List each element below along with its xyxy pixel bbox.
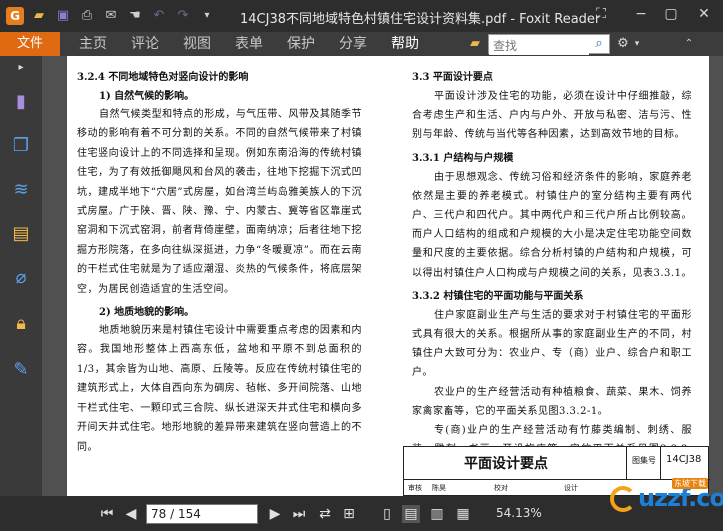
window-title: 14CJ38不同地域特色村镇住宅设计资料集.pdf - Foxit Reader (240, 12, 601, 27)
bookmark-icon[interactable]: ▮ (9, 90, 33, 114)
continuous-facing-icon[interactable]: ▦ (454, 505, 472, 523)
title-block-footer-cell: 审核 (408, 484, 422, 492)
foxit-logo-icon[interactable]: G (6, 7, 24, 25)
continuous-page-icon[interactable]: ▤ (402, 505, 420, 523)
customize-toolbar-icon[interactable]: ▾ (198, 7, 216, 25)
tab-home[interactable]: 主页 (79, 32, 107, 56)
foxit-reader-window: G ▰ ▣ ⎙ ✉ ☚ ↶ ↷ ▾ 14CJ38不同地域特色村镇住宅设计资料集.… (0, 0, 723, 531)
search-input[interactable] (489, 37, 589, 55)
section-heading: 3.3.1 户结构与户规模 (412, 152, 514, 164)
save-icon[interactable]: ▣ (54, 7, 72, 25)
search-icon[interactable]: ⌕ (591, 36, 607, 52)
reflow-icon[interactable]: ⇄ (316, 505, 334, 523)
next-page-icon[interactable]: ▶ (266, 505, 284, 523)
title-block-divider (626, 447, 627, 479)
tab-comment[interactable]: 评论 (131, 32, 159, 56)
previous-page-icon[interactable]: ◀ (122, 505, 140, 523)
title-block-footer-cell: 设计 (564, 484, 578, 492)
expand-panel-icon[interactable]: ▸ (9, 56, 33, 80)
last-page-icon[interactable]: ⏭ (290, 505, 308, 523)
zoom-level[interactable]: 54.13% (496, 506, 542, 520)
ribbon-bar: 文件 主页 评论 视图 表单 保护 分享 帮助 ▰ ⌕ ⚙ ▾ ⌃ (0, 32, 723, 56)
search-box[interactable]: ⌕ (488, 34, 610, 55)
hand-tool-icon[interactable]: ☚ (126, 7, 144, 25)
minimize-icon[interactable]: − (630, 6, 652, 22)
body-paragraph: 地质地貌历来是村镇住宅设计中需要重点考虑的因素和内容。我国地形整体上西高东低，盆… (77, 325, 362, 453)
close-icon[interactable]: ✕ (693, 6, 715, 22)
title-bar: G ▰ ▣ ⎙ ✉ ☚ ↶ ↷ ▾ 14CJ38不同地域特色村镇住宅设计资料集.… (0, 0, 723, 32)
open-folder-icon[interactable]: ▰ (30, 7, 48, 25)
tab-form[interactable]: 表单 (235, 32, 263, 56)
collapse-ribbon-icon[interactable]: ⌃ (680, 35, 698, 53)
pdf-page: 3.2.4 不同地域特色对竖向设计的影响 1) 自然气候的影响。 自然气候类型和… (67, 56, 710, 496)
section-heading: 3.3.2 村镇住宅的平面功能与平面关系 (412, 290, 584, 302)
watermark-tag: 东坡下载 (672, 478, 708, 489)
left-column: 3.2.4 不同地域特色对竖向设计的影响 1) 自然气候的影响。 自然气候类型和… (77, 68, 362, 457)
attachment-icon[interactable]: ⌀ (9, 266, 33, 290)
tab-share[interactable]: 分享 (339, 32, 367, 56)
section-heading: 3.3 平面设计要点 (412, 72, 493, 83)
body-paragraph: 农业户的生产经营活动有种植粮食、蔬菜、果木、饲养家禽家畜等，它的平面关系见图3.… (412, 386, 692, 417)
fullscreen-icon[interactable]: ⛶ (590, 6, 612, 22)
watermark-logo: uzzf.com 东坡下载 (594, 478, 723, 528)
layers-icon[interactable]: ≋ (9, 178, 33, 202)
folder-icon[interactable]: ▰ (466, 35, 484, 53)
subsection-heading: 2) 地质地貌的影响。 (99, 307, 195, 319)
fit-page-icon[interactable]: ⊞ (340, 505, 358, 523)
atlas-number: 14CJ38 (666, 454, 702, 465)
maximize-icon[interactable]: ▢ (660, 6, 682, 22)
title-block-divider (660, 447, 661, 479)
tab-help[interactable]: 帮助 (391, 32, 419, 56)
atlas-number-label: 图集号 (632, 456, 656, 465)
facing-pages-icon[interactable]: ▥ (428, 505, 446, 523)
body-paragraph: 平面设计涉及住宅的功能，必须在设计中仔细推敲，综合考虑生产和生活、户内与户外、开… (412, 91, 692, 141)
tab-protect[interactable]: 保护 (287, 32, 315, 56)
section-heading: 3.2.4 不同地域特色对竖向设计的影响 (77, 72, 249, 83)
document-viewport[interactable]: 3.2.4 不同地域特色对竖向设计的影响 1) 自然气候的影响。 自然气候类型和… (42, 56, 723, 496)
first-page-icon[interactable]: ⏮ (98, 505, 116, 523)
comments-icon[interactable]: ▤ (9, 222, 33, 246)
single-page-icon[interactable]: ▯ (378, 505, 396, 523)
signature-pen-icon[interactable]: ✎ (9, 358, 33, 382)
page-number-field[interactable]: 78 / 154 (146, 504, 258, 524)
tab-view[interactable]: 视图 (183, 32, 211, 56)
watermark-circle-icon (610, 486, 636, 512)
subsection-heading: 1) 自然气候的影响。 (99, 91, 195, 102)
redo-icon[interactable]: ↷ (174, 7, 192, 25)
body-paragraph: 住户家庭副业生产与生活的要求对于村镇住宅的平面形式具有很大的关系。根据所从事的家… (412, 309, 692, 379)
quick-access-toolbar: G ▰ ▣ ⎙ ✉ ☚ ↶ ↷ ▾ (0, 0, 216, 32)
body-paragraph: 自然气候类型和特点的形成，与气压带、风带及其随季节移动的影响有着不可分割的关系。… (77, 109, 362, 295)
title-block-footer-cell: 陈昊 (432, 484, 446, 492)
chevron-down-icon[interactable]: ▾ (628, 35, 646, 53)
title-block-title: 平面设计要点 (464, 456, 548, 472)
email-icon[interactable]: ✉ (102, 7, 120, 25)
navigation-sidebar: ▸ ▮ ❐ ≋ ▤ ⌀ 🔒︎ ✎ (0, 56, 42, 496)
body-paragraph: 由于思想观念、传统习俗和经济条件的影响，家庭养老依然是主要的养老模式。村镇住户的… (412, 171, 692, 279)
undo-icon[interactable]: ↶ (150, 7, 168, 25)
right-column: 3.3 平面设计要点 平面设计涉及住宅的功能，必须在设计中仔细推敲，综合考虑生产… (412, 68, 692, 479)
title-block-footer-cell: 校对 (494, 484, 508, 492)
pages-thumbnail-icon[interactable]: ❐ (9, 134, 33, 158)
security-lock-icon[interactable]: 🔒︎ (9, 312, 33, 336)
print-icon[interactable]: ⎙ (78, 7, 96, 25)
tab-file[interactable]: 文件 (0, 32, 60, 56)
